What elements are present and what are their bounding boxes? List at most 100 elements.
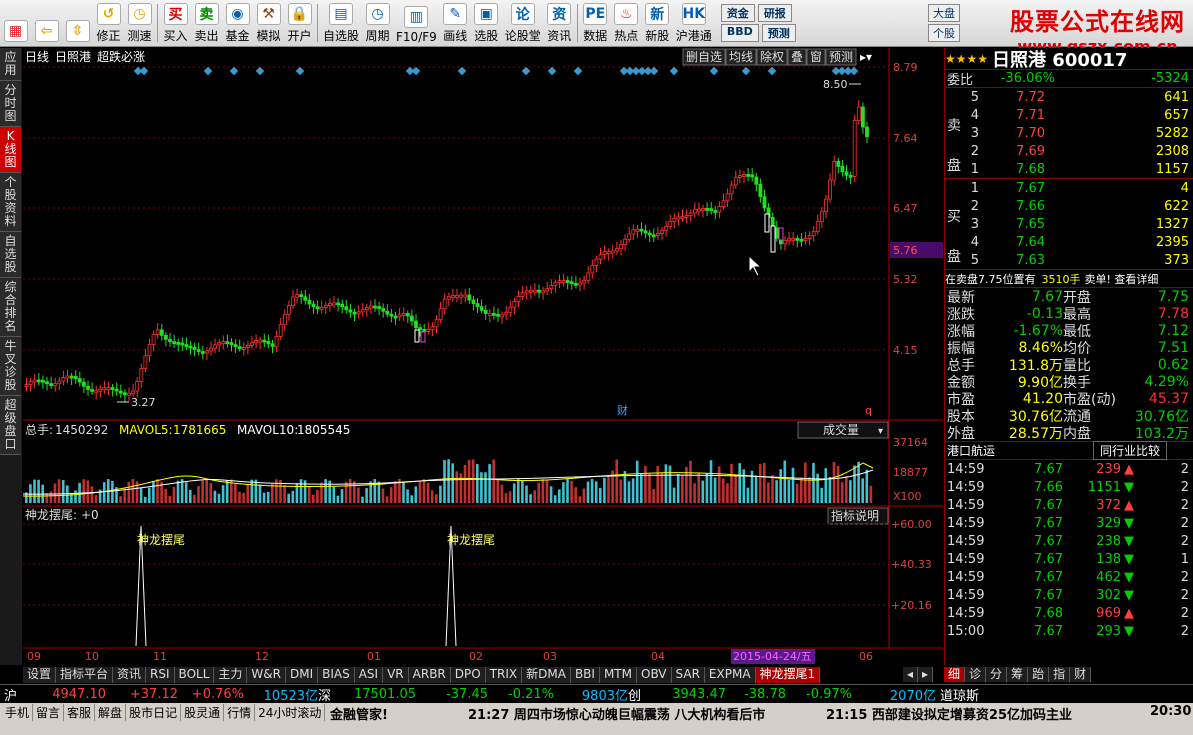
right-tab[interactable]: 指 <box>1049 667 1071 682</box>
indicator-tab[interactable]: 主力 <box>214 667 248 683</box>
stock-toggle[interactable]: 个股 <box>928 24 960 42</box>
home-button[interactable]: ▦ <box>0 0 31 46</box>
tick-row[interactable]: 14:59 7.67 302 ▼ 2 <box>945 586 1193 604</box>
indicator-tab[interactable]: 新DMA <box>522 667 571 683</box>
buy-level-row[interactable]: 3 7.65 1327 <box>945 215 1193 233</box>
indicator-tab[interactable]: BIAS <box>318 667 355 683</box>
indicator-tab[interactable]: BOLL <box>174 667 215 683</box>
indicator-tab[interactable]: ARBR <box>408 667 451 683</box>
tab-scroll-arrow-icon[interactable]: ◂ <box>903 667 919 682</box>
indicator-tab[interactable]: 神龙摆尾1 <box>755 667 821 683</box>
bbd-button[interactable]: BBD <box>720 24 759 42</box>
sell-level-row[interactable]: 5 7.72 641 <box>945 88 1193 106</box>
dow-label[interactable]: 道琼斯 <box>936 685 979 704</box>
forum-button[interactable]: 论论股堂 <box>502 0 544 46</box>
quick-link[interactable]: 股市日记 <box>126 704 182 721</box>
right-tab[interactable]: 财 <box>1070 667 1092 682</box>
indicator-tab[interactable]: DMI <box>285 667 319 683</box>
back-button[interactable]: ⇦ <box>31 0 62 46</box>
industry-name[interactable]: 港口航运 <box>945 442 1093 459</box>
indicator-tab[interactable]: RSI <box>146 667 175 683</box>
quick-link[interactable]: 行情 <box>224 704 256 721</box>
indicator-tab[interactable]: 资讯 <box>113 667 147 683</box>
left-nav-item[interactable]: 自选股 <box>0 232 21 278</box>
sell-button[interactable]: 卖卖出 <box>191 0 222 46</box>
tick-row[interactable]: 14:59 7.68 969 ▲ 2 <box>945 604 1193 622</box>
buy-level-row[interactable]: 4 7.64 2395 <box>945 233 1193 251</box>
right-tab[interactable]: 诊 <box>965 667 987 682</box>
q-marker[interactable]: q <box>865 404 872 417</box>
select-stock-button[interactable]: ▣ 选股 <box>471 0 502 46</box>
right-tab[interactable]: 筹 <box>1007 667 1029 682</box>
data-button[interactable]: PE 数据 <box>580 0 611 46</box>
sell-level-row[interactable]: 2 7.69 2308 <box>945 142 1193 160</box>
quick-link[interactable]: 留言 <box>33 704 65 721</box>
hk-connect-button[interactable]: HK 沪港通 <box>673 0 715 46</box>
period-button[interactable]: ◷ 周期 <box>362 0 393 46</box>
indicator-tab[interactable]: OBV <box>637 667 672 683</box>
funds-button[interactable]: 资金 <box>720 4 755 22</box>
indicator-tab[interactable]: DPO <box>450 667 486 683</box>
indicator-tab[interactable]: TRIX <box>485 667 523 683</box>
quick-link[interactable]: 客服 <box>64 704 96 721</box>
industry-compare-button[interactable]: 同行业比较 <box>1093 441 1168 460</box>
market-toggle[interactable]: 大盘 <box>928 4 960 22</box>
indicator-tab[interactable]: VR <box>383 667 409 683</box>
sell-level-row[interactable]: 3 7.70 5282 <box>945 124 1193 142</box>
tick-row[interactable]: 14:59 7.67 329 ▼ 2 <box>945 514 1193 532</box>
up-down-button[interactable]: ⇳ <box>62 0 93 46</box>
sell-level-row[interactable]: 4 7.71 657 <box>945 106 1193 124</box>
news-ticker-2[interactable]: 21:27 周四市场惊心动魄巨幅震荡 八大机构看后市 <box>468 704 765 723</box>
sell-level-row[interactable]: 1 7.68 1157 <box>945 160 1193 178</box>
left-nav-item[interactable]: 个股资料 <box>0 173 21 232</box>
right-tab[interactable]: 跆 <box>1028 667 1050 682</box>
sz-index[interactable]: 17501.05 <box>336 687 416 702</box>
financial-marker[interactable]: 财 <box>617 403 628 417</box>
tick-row[interactable]: 14:59 7.67 372 ▲ 2 <box>945 496 1193 514</box>
quick-link[interactable]: 股灵通 <box>181 704 225 721</box>
quick-link[interactable]: 24小时滚动 <box>255 704 326 721</box>
tab-scroll-arrow-icon[interactable]: ▸ <box>918 667 934 682</box>
cy-index[interactable]: 3943.47 <box>646 687 726 702</box>
right-tab[interactable]: 细 <box>944 667 966 682</box>
open-account-button[interactable]: 🔒 开户 <box>284 0 315 46</box>
news-ticker-3[interactable]: 21:15 西部建设拟定增募资25亿加码主业 <box>826 704 1072 723</box>
tick-row[interactable]: 14:59 7.67 138 ▼ 1 <box>945 550 1193 568</box>
self-select-button[interactable]: ▤ 自选股 <box>320 0 362 46</box>
left-nav-item[interactable]: 牛叉诊股 <box>0 337 21 396</box>
draw-line-button[interactable]: ✎ 画线 <box>440 0 471 46</box>
speed-test-button[interactable]: ◷ 测速 <box>124 0 155 46</box>
new-stock-button[interactable]: 新新股 <box>642 0 673 46</box>
indicator-tab[interactable]: ASI <box>354 667 384 683</box>
buy-level-row[interactable]: 2 7.66 622 <box>945 197 1193 215</box>
indicator-tab[interactable]: BBI <box>570 667 600 683</box>
indicator-tab[interactable]: 指标平台 <box>56 667 114 683</box>
tick-row[interactable]: 14:59 7.66 1151 ▼ 2 <box>945 478 1193 496</box>
research-button[interactable]: 研报 <box>757 4 792 22</box>
info-button[interactable]: 资资讯 <box>544 0 575 46</box>
news-ticker-1[interactable]: 金融管家! <box>330 704 388 723</box>
left-nav-item[interactable]: 超级盘口 <box>0 396 21 455</box>
quick-link[interactable]: 手机 <box>2 704 34 721</box>
left-nav-item[interactable]: 综合排名 <box>0 278 21 337</box>
buy-button[interactable]: 买买入 <box>160 0 191 46</box>
hot-button[interactable]: ♨ 热点 <box>611 0 642 46</box>
fund-button[interactable]: ◉ 基金 <box>222 0 253 46</box>
indicator-tab[interactable]: W&R <box>247 667 286 683</box>
chart-menu-arrow-icon[interactable]: ▸▾ <box>860 50 872 64</box>
tick-row[interactable]: 15:00 7.67 293 ▼ 2 <box>945 622 1193 640</box>
left-nav-item[interactable]: 分时图 <box>0 81 21 127</box>
simulate-button[interactable]: ⚒ 模拟 <box>253 0 284 46</box>
forecast-button[interactable]: 预测 <box>761 24 796 42</box>
right-tab[interactable]: 分 <box>986 667 1008 682</box>
f10-button[interactable]: ▥ F10/F9 <box>393 0 440 46</box>
fix-button[interactable]: ↺ 修正 <box>93 0 124 46</box>
sh-index[interactable]: 4947.10 <box>40 687 106 702</box>
indicator-tab[interactable]: MTM <box>599 667 637 683</box>
indicator-tab[interactable]: EXPMA <box>704 667 756 683</box>
order-notice[interactable]: 在卖盘7.75位置有 3510手 卖单! 查看详细 <box>945 270 1193 288</box>
quick-link[interactable]: 解盘 <box>95 704 127 721</box>
left-nav-item[interactable]: 应用 <box>0 48 21 81</box>
buy-level-row[interactable]: 1 7.67 4 <box>945 179 1193 197</box>
indicator-tab[interactable]: SAR <box>671 667 705 683</box>
